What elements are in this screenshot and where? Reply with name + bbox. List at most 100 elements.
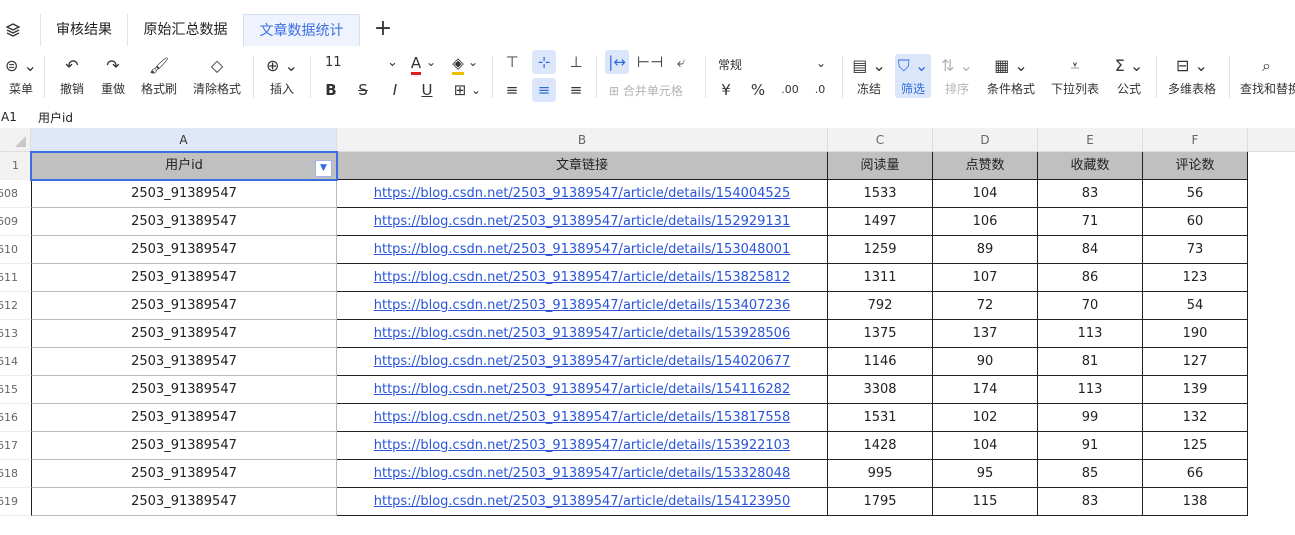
cell-comment-count[interactable]: 127: [1143, 348, 1248, 376]
chevron-down-icon[interactable]: ⌄: [466, 50, 480, 74]
article-link[interactable]: https://blog.csdn.net/2503_91389547/arti…: [374, 438, 790, 453]
row-header[interactable]: 609: [0, 208, 31, 236]
cell-favorite-count[interactable]: 83: [1038, 180, 1143, 208]
cell-read-count[interactable]: 1375: [828, 320, 933, 348]
percent-button[interactable]: %: [746, 78, 770, 102]
cell-like-count[interactable]: 104: [933, 180, 1038, 208]
cell-user-id[interactable]: 2503_91389547: [31, 292, 337, 320]
layers-icon[interactable]: [0, 14, 25, 46]
header-cell-favorite-count[interactable]: 收藏数: [1038, 152, 1143, 180]
cell-user-id[interactable]: 2503_91389547: [31, 460, 337, 488]
cell-comment-count[interactable]: 139: [1143, 376, 1248, 404]
cell-user-id[interactable]: 2503_91389547: [31, 236, 337, 264]
chevron-down-icon[interactable]: ⌄: [469, 78, 483, 102]
header-cell-like-count[interactable]: 点赞数: [933, 152, 1038, 180]
strikethrough-button[interactable]: S: [351, 78, 375, 102]
undo-button[interactable]: ↶ 撤销: [58, 56, 86, 97]
dropdown-list-button[interactable]: ⩡ 下拉列表: [1049, 56, 1101, 97]
article-link[interactable]: https://blog.csdn.net/2503_91389547/arti…: [374, 382, 790, 397]
menu-button[interactable]: ⊜ ⌄ 菜单: [4, 56, 38, 97]
formula-input[interactable]: 用户id: [38, 109, 73, 126]
cell-like-count[interactable]: 137: [933, 320, 1038, 348]
header-cell-article-link[interactable]: 文章链接: [337, 152, 828, 180]
cell-article-link[interactable]: https://blog.csdn.net/2503_91389547/arti…: [337, 432, 828, 460]
row-header[interactable]: 615: [0, 376, 31, 404]
cell-like-count[interactable]: 102: [933, 404, 1038, 432]
cell-favorite-count[interactable]: 113: [1038, 376, 1143, 404]
article-link[interactable]: https://blog.csdn.net/2503_91389547/arti…: [374, 326, 790, 341]
font-size-select[interactable]: 11 ⌄: [325, 55, 398, 70]
italic-button[interactable]: I: [383, 78, 407, 102]
filter-button[interactable]: ⛉ ⌄ 筛选: [895, 54, 931, 98]
cell-read-count[interactable]: 1497: [828, 208, 933, 236]
cell-article-link[interactable]: https://blog.csdn.net/2503_91389547/arti…: [337, 208, 828, 236]
format-painter-button[interactable]: 🖌 格式刷: [139, 56, 179, 97]
cell-comment-count[interactable]: 56: [1143, 180, 1248, 208]
column-header-c[interactable]: C: [828, 128, 933, 152]
cell-read-count[interactable]: 792: [828, 292, 933, 320]
row-header[interactable]: 617: [0, 432, 31, 460]
cell-favorite-count[interactable]: 113: [1038, 320, 1143, 348]
cell-read-count[interactable]: 1531: [828, 404, 933, 432]
row-header[interactable]: 619: [0, 488, 31, 516]
article-link[interactable]: https://blog.csdn.net/2503_91389547/arti…: [374, 466, 790, 481]
cell-comment-count[interactable]: 66: [1143, 460, 1248, 488]
cell-user-id[interactable]: 2503_91389547: [31, 208, 337, 236]
redo-button[interactable]: ↷ 重做: [99, 56, 127, 97]
chevron-down-icon[interactable]: ⌄: [424, 50, 438, 74]
cell-article-link[interactable]: https://blog.csdn.net/2503_91389547/arti…: [337, 180, 828, 208]
cell-comment-count[interactable]: 138: [1143, 488, 1248, 516]
cell-reference[interactable]: A1: [1, 110, 17, 124]
column-header-d[interactable]: D: [933, 128, 1038, 152]
cell-comment-count[interactable]: 132: [1143, 404, 1248, 432]
cell-user-id[interactable]: 2503_91389547: [31, 488, 337, 516]
cell-article-link[interactable]: https://blog.csdn.net/2503_91389547/arti…: [337, 460, 828, 488]
align-middle-button[interactable]: ⊹: [532, 50, 556, 74]
article-link[interactable]: https://blog.csdn.net/2503_91389547/arti…: [374, 494, 790, 509]
header-cell-comment-count[interactable]: 评论数: [1143, 152, 1248, 180]
cell-comment-count[interactable]: 73: [1143, 236, 1248, 264]
cell-like-count[interactable]: 95: [933, 460, 1038, 488]
row-header[interactable]: 608: [0, 180, 31, 208]
cell-like-count[interactable]: 90: [933, 348, 1038, 376]
cell-favorite-count[interactable]: 81: [1038, 348, 1143, 376]
cell-comment-count[interactable]: 60: [1143, 208, 1248, 236]
column-header-a[interactable]: A: [31, 128, 337, 152]
cell-comment-count[interactable]: 125: [1143, 432, 1248, 460]
cell-user-id[interactable]: 2503_91389547: [31, 404, 337, 432]
column-header-f[interactable]: F: [1143, 128, 1248, 152]
cell-read-count[interactable]: 1428: [828, 432, 933, 460]
cell-comment-count[interactable]: 190: [1143, 320, 1248, 348]
freeze-button[interactable]: ▤ ⌄ 冻结: [852, 56, 886, 97]
sort-button[interactable]: ⇅ ⌄ 排序: [940, 56, 974, 97]
article-link[interactable]: https://blog.csdn.net/2503_91389547/arti…: [374, 214, 790, 229]
cell-favorite-count[interactable]: 85: [1038, 460, 1143, 488]
article-link[interactable]: https://blog.csdn.net/2503_91389547/arti…: [374, 270, 790, 285]
tab-article-stats[interactable]: 文章数据统计: [243, 14, 360, 47]
cell-read-count[interactable]: 1259: [828, 236, 933, 264]
align-left-button[interactable]: ≡: [500, 78, 524, 102]
cell-like-count[interactable]: 72: [933, 292, 1038, 320]
cell-article-link[interactable]: https://blog.csdn.net/2503_91389547/arti…: [337, 236, 828, 264]
cell-article-link[interactable]: https://blog.csdn.net/2503_91389547/arti…: [337, 404, 828, 432]
bold-button[interactable]: B: [319, 78, 343, 102]
cell-like-count[interactable]: 115: [933, 488, 1038, 516]
align-top-button[interactable]: ⊤: [500, 50, 524, 74]
row-header[interactable]: 612: [0, 292, 31, 320]
cell-article-link[interactable]: https://blog.csdn.net/2503_91389547/arti…: [337, 488, 828, 516]
cell-comment-count[interactable]: 123: [1143, 264, 1248, 292]
number-format-select[interactable]: 常规 ⌄: [718, 56, 828, 73]
row-header[interactable]: 613: [0, 320, 31, 348]
cell-favorite-count[interactable]: 83: [1038, 488, 1143, 516]
cell-article-link[interactable]: https://blog.csdn.net/2503_91389547/arti…: [337, 292, 828, 320]
cell-read-count[interactable]: 1146: [828, 348, 933, 376]
select-all-corner[interactable]: [0, 128, 31, 152]
article-link[interactable]: https://blog.csdn.net/2503_91389547/arti…: [374, 354, 790, 369]
cell-like-count[interactable]: 174: [933, 376, 1038, 404]
add-sheet-button[interactable]: +: [366, 14, 400, 46]
article-link[interactable]: https://blog.csdn.net/2503_91389547/arti…: [374, 242, 790, 257]
tab-audit-results[interactable]: 审核结果: [40, 14, 127, 46]
column-header-b[interactable]: B: [337, 128, 828, 152]
cell-user-id[interactable]: 2503_91389547: [31, 320, 337, 348]
cell-article-link[interactable]: https://blog.csdn.net/2503_91389547/arti…: [337, 376, 828, 404]
